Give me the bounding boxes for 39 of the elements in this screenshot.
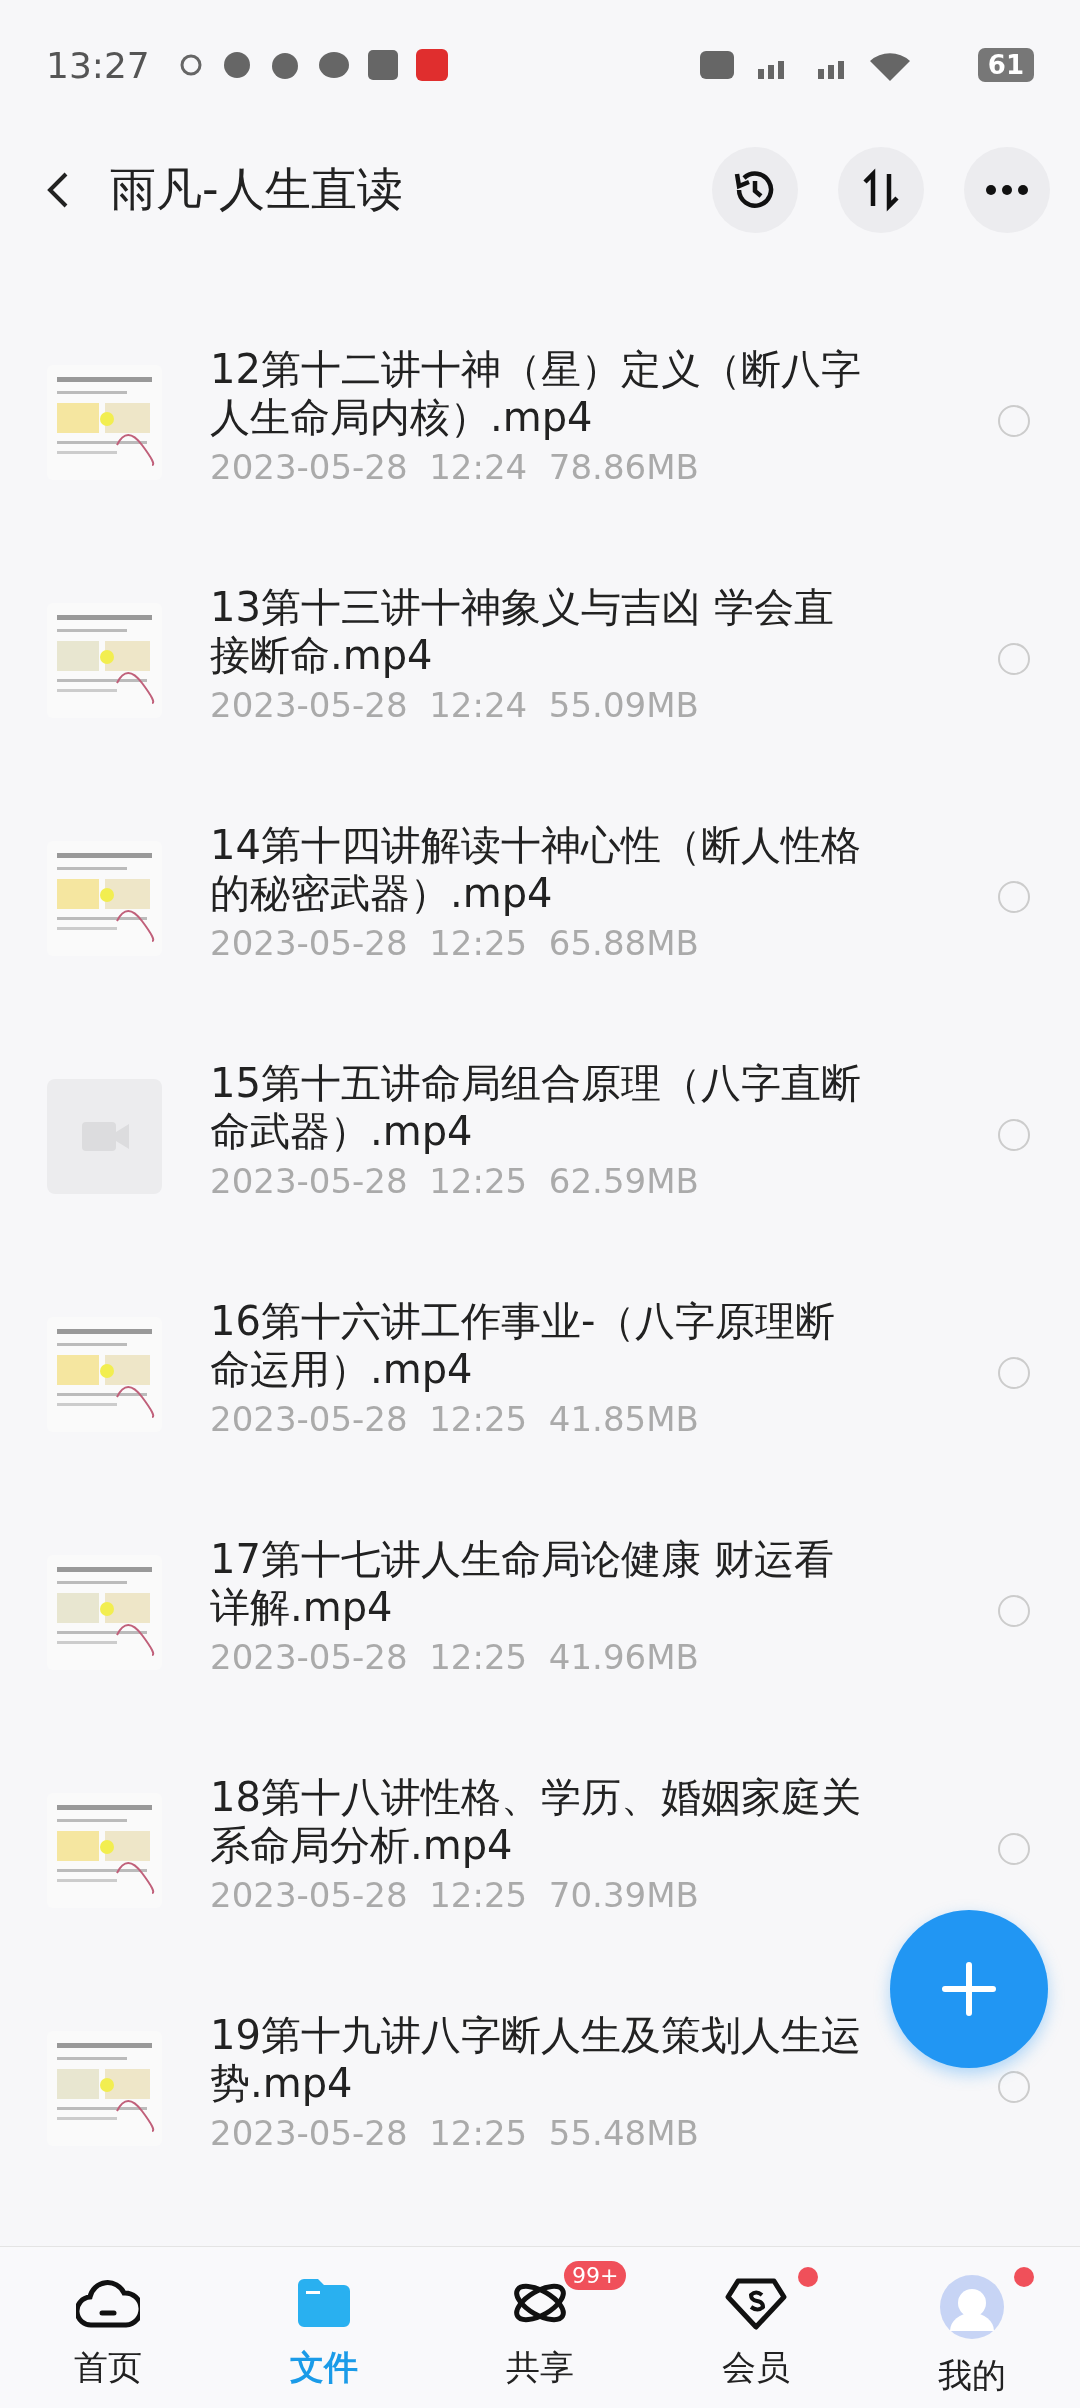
nav-tab[interactable]: 首页 xyxy=(0,2247,216,2408)
file-name[interactable]: 15第十五讲命局组合原理（八字直断命武器）.mp4 xyxy=(210,1059,870,1155)
select-radio[interactable] xyxy=(998,1595,1030,1627)
folder-title: 雨凡-人生直读 xyxy=(110,161,404,218)
file-meta: 2023-05-28 12:25 55.48MB xyxy=(210,2113,699,2153)
nav-tab[interactable]: 共享 99+ xyxy=(432,2247,648,2408)
file-meta: 2023-05-28 12:25 41.85MB xyxy=(210,1399,699,1439)
file-name[interactable]: 12第十二讲十神（星）定义（断八字人生命局内核）.mp4 xyxy=(210,345,870,441)
select-radio[interactable] xyxy=(998,1833,1030,1865)
file-name[interactable]: 18第十八讲性格、学历、婚姻家庭关系命局分析.mp4 xyxy=(210,1773,870,1869)
back-icon[interactable] xyxy=(46,170,70,210)
file-meta: 2023-05-28 12:25 62.59MB xyxy=(210,1161,699,1201)
select-radio[interactable] xyxy=(998,405,1030,437)
file-name[interactable]: 19第十九讲八字断人生及策划人生运势.mp4 xyxy=(210,2011,870,2107)
file-name[interactable]: 17第十七讲人生命局论健康 财运看详解.mp4 xyxy=(210,1535,870,1631)
select-radio[interactable] xyxy=(998,1119,1030,1151)
nav-tab[interactable]: 会员 xyxy=(648,2247,864,2408)
app-icon xyxy=(415,49,448,81)
status-time: 13:27 xyxy=(46,44,150,86)
add-button[interactable] xyxy=(890,1910,1048,2068)
file-meta: 2023-05-28 12:24 55.09MB xyxy=(210,685,699,725)
count-badge: 99+ xyxy=(564,2261,627,2290)
file-meta: 2023-05-28 12:25 41.96MB xyxy=(210,1637,699,1677)
select-radio[interactable] xyxy=(998,643,1030,675)
battery-level: 61 xyxy=(977,48,1034,82)
nav-tab[interactable]: 我的 xyxy=(864,2247,1080,2408)
file-meta: 2023-05-28 12:25 70.39MB xyxy=(210,1875,699,1915)
video-placeholder-icon xyxy=(47,1079,162,1194)
file-name[interactable]: 14第十四讲解读十神心性（断人性格的秘密武器）.mp4 xyxy=(210,821,870,917)
file-name[interactable]: 16第十六讲工作事业-（八字原理断命运用）.mp4 xyxy=(210,1297,870,1393)
select-radio[interactable] xyxy=(998,881,1030,913)
file-meta: 2023-05-28 12:25 65.88MB xyxy=(210,923,699,963)
avatar-icon xyxy=(940,2275,1004,2339)
file-meta: 2023-05-28 12:24 78.86MB xyxy=(210,447,699,487)
select-radio[interactable] xyxy=(998,1357,1030,1389)
file-name[interactable]: 13第十三讲十神象义与吉凶 学会直接断命.mp4 xyxy=(210,583,870,679)
select-radio[interactable] xyxy=(998,2071,1030,2103)
more-icon xyxy=(985,184,1029,196)
plus-icon xyxy=(941,1961,997,2017)
